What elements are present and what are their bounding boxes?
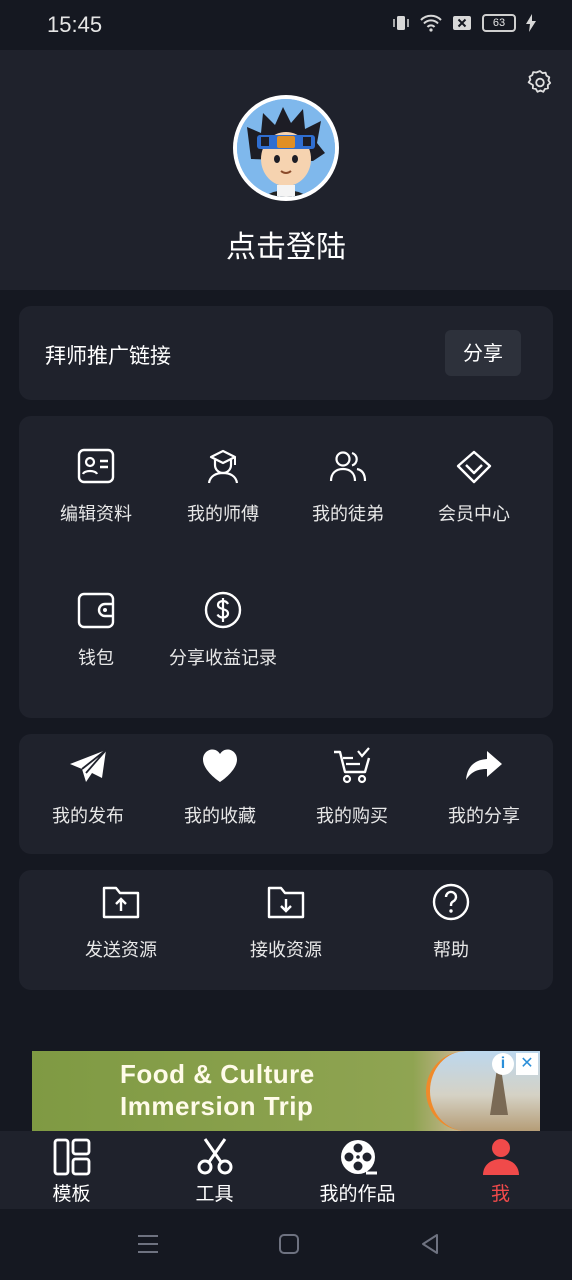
menu-grid-card: 编辑资料 我的师傅 我的徒弟 会员中心 钱包 分享收益记录 [19, 416, 553, 718]
action-label: 我的发布 [52, 806, 124, 827]
status-bar: 15:45 63 [0, 0, 572, 50]
status-time: 15:45 [47, 12, 103, 37]
tab-label: 工具 [195, 1183, 234, 1205]
status-icons: 63 [392, 14, 536, 32]
id-card-icon [77, 448, 115, 484]
action-label: 我的购买 [316, 806, 388, 827]
action-label: 我的收藏 [184, 806, 256, 827]
vibrate-icon [393, 16, 409, 30]
teacher-icon [207, 449, 239, 484]
ad-headline-line2: Immersion Trip [120, 1091, 314, 1121]
avatar-illustration [237, 99, 335, 197]
promo-link-label: 拜师推广链接 [45, 344, 171, 368]
system-nav-bar [0, 1209, 572, 1280]
template-icon [53, 1138, 90, 1176]
charging-icon [526, 14, 536, 32]
dollar-icon [204, 591, 242, 629]
heart-icon [203, 749, 237, 782]
users-icon [329, 451, 367, 482]
menu-item-vip-center[interactable]: 会员中心 [409, 446, 539, 526]
action-my-purchases[interactable]: 我的购买 [287, 746, 417, 828]
profile-header: 点击登陆 [0, 50, 572, 290]
wallet-icon [77, 592, 115, 629]
back-icon[interactable] [417, 1231, 443, 1257]
tab-label: 我 [490, 1183, 510, 1205]
action-my-posts[interactable]: 我的发布 [23, 746, 153, 828]
wifi-icon [420, 14, 442, 32]
battery-icon: 63 [482, 14, 516, 32]
menu-item-label: 我的徒弟 [312, 504, 384, 525]
user-icon [482, 1139, 519, 1175]
menu-item-wallet[interactable]: 钱包 [31, 590, 161, 670]
menu-item-my-teacher[interactable]: 我的师傅 [158, 446, 288, 526]
ad-headline-line1: Food & Culture [120, 1059, 315, 1089]
menu-icon[interactable] [135, 1231, 161, 1257]
tab-label: 我的作品 [319, 1183, 396, 1205]
action-my-shares[interactable]: 我的分享 [419, 746, 549, 828]
folder-download-icon [267, 886, 305, 919]
tab-label: 模板 [52, 1183, 91, 1205]
menu-item-label: 我的师傅 [187, 504, 259, 525]
action-label: 我的分享 [448, 806, 520, 827]
menu-item-my-students[interactable]: 我的徒弟 [283, 446, 413, 526]
diamond-icon [456, 450, 492, 484]
resources-card: 发送资源 接收资源 帮助 [19, 870, 553, 990]
login-prompt[interactable]: 点击登陆 [0, 222, 572, 266]
share-button[interactable]: 分享 [445, 330, 521, 376]
help-icon [432, 883, 470, 921]
scissors-icon [197, 1138, 232, 1175]
promo-link-card: 拜师推广链接 分享 [19, 306, 553, 400]
action-my-favorites[interactable]: 我的收藏 [155, 746, 285, 828]
menu-item-edit-profile[interactable]: 编辑资料 [31, 446, 161, 526]
menu-item-share-earnings[interactable]: 分享收益记录 [158, 590, 288, 670]
resource-help[interactable]: 帮助 [386, 882, 516, 962]
menu-item-label: 编辑资料 [60, 504, 132, 525]
resource-label: 接收资源 [250, 940, 322, 961]
resource-label: 帮助 [433, 940, 469, 961]
menu-item-label: 钱包 [78, 648, 114, 669]
share-arrow-icon [466, 751, 502, 780]
ad-info-icon[interactable]: i [492, 1053, 514, 1075]
tab-my-works[interactable]: 我的作品 [286, 1131, 429, 1209]
tab-tools[interactable]: 工具 [143, 1131, 286, 1209]
ad-banner[interactable]: Food & Culture Immersion Trip i ✕ [32, 1051, 540, 1131]
send-icon [70, 749, 107, 782]
settings-gear-icon[interactable] [526, 68, 554, 96]
folder-upload-icon [102, 886, 140, 919]
menu-item-label: 会员中心 [438, 504, 510, 525]
tab-templates[interactable]: 模板 [0, 1131, 143, 1209]
resource-receive[interactable]: 接收资源 [221, 882, 351, 962]
cart-icon [334, 747, 371, 784]
bottom-tab-bar: 模板 工具 我的作品 我 [0, 1131, 572, 1209]
film-reel-icon [340, 1140, 377, 1175]
avatar[interactable] [233, 95, 339, 201]
ad-close-icon[interactable]: ✕ [516, 1053, 538, 1075]
no-sim-icon [453, 16, 471, 30]
my-activity-card: 我的发布 我的收藏 我的购买 我的分享 [19, 734, 553, 854]
home-icon[interactable] [276, 1231, 302, 1257]
resource-send[interactable]: 发送资源 [56, 882, 186, 962]
tab-me[interactable]: 我 [429, 1131, 572, 1209]
resource-label: 发送资源 [85, 940, 157, 961]
menu-item-label: 分享收益记录 [169, 648, 277, 669]
